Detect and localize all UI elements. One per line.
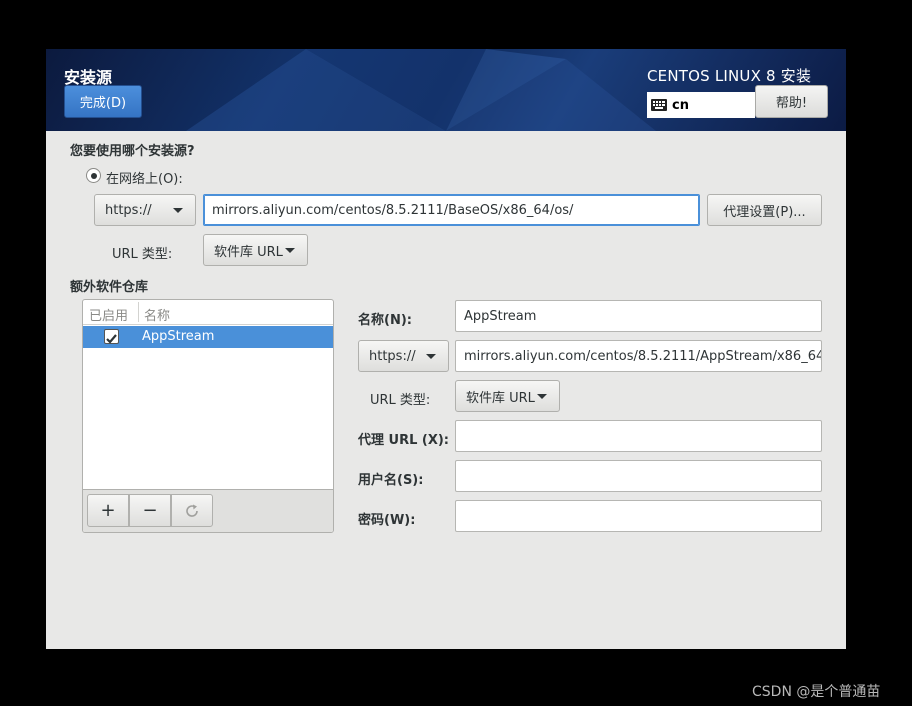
repo-url-type-label: URL 类型: — [370, 393, 431, 408]
installer-window: 安装源 完成(D) CENTOS LINUX 8 安装 cn 帮助! 您要使用哪… — [46, 49, 846, 649]
network-radio[interactable] — [86, 168, 101, 183]
repo-url-type-value: 软件库 URL — [466, 390, 535, 406]
header-bar: 安装源 完成(D) CENTOS LINUX 8 安装 cn 帮助! — [46, 49, 846, 131]
repo-proxy-label: 代理 URL (X): — [358, 433, 450, 448]
repo-list-header: 已启用 名称 — [83, 300, 333, 325]
network-radio-label[interactable]: 在网络上(O): — [106, 168, 183, 187]
refresh-repo-button[interactable] — [171, 494, 213, 527]
watermark: CSDN @是个普通苗 — [752, 684, 881, 700]
list-item[interactable]: AppStream — [83, 326, 333, 348]
refresh-icon — [186, 504, 198, 517]
repo-name-input[interactable]: AppStream — [455, 300, 822, 332]
extra-repos-title: 额外软件仓库 — [70, 280, 149, 295]
repo-name: AppStream — [142, 329, 215, 344]
checkmark-icon — [106, 334, 117, 344]
repo-enabled-checkbox[interactable] — [104, 329, 119, 344]
repo-url-input[interactable]: mirrors.aliyun.com/centos/8.5.2111/AppSt… — [455, 340, 822, 372]
chevron-down-icon — [173, 207, 183, 213]
column-separator — [138, 302, 139, 322]
chevron-down-icon — [537, 393, 547, 399]
repo-protocol-dropdown[interactable]: https:// — [358, 340, 449, 372]
column-name[interactable]: 名称 — [144, 305, 170, 324]
repo-name-label: 名称(N): — [358, 313, 412, 328]
source-url-input[interactable]: mirrors.aliyun.com/centos/8.5.2111/BaseO… — [203, 194, 700, 226]
chevron-down-icon — [285, 247, 295, 253]
source-question: 您要使用哪个安装源? — [70, 144, 195, 159]
keyboard-layout-label: cn — [672, 97, 689, 113]
url-type-label: URL 类型: — [112, 247, 173, 262]
repo-password-label: 密码(W): — [358, 513, 416, 528]
help-button[interactable]: 帮助! — [755, 85, 828, 118]
product-title: CENTOS LINUX 8 安装 — [647, 67, 812, 85]
repo-list: 已启用 名称 AppStream + − — [82, 299, 334, 533]
protocol-dropdown[interactable]: https:// — [94, 194, 196, 226]
repo-username-input[interactable] — [455, 460, 822, 492]
repo-list-toolbar: + − — [83, 489, 333, 532]
repo-url-type-dropdown[interactable]: 软件库 URL — [455, 380, 560, 412]
column-enabled[interactable]: 已启用 — [89, 305, 128, 324]
proxy-settings-button[interactable]: 代理设置(P)... — [707, 194, 822, 226]
done-button[interactable]: 完成(D) — [64, 85, 142, 118]
repo-proxy-input[interactable] — [455, 420, 822, 452]
remove-repo-button[interactable]: − — [129, 494, 171, 527]
header-decoration — [186, 49, 656, 131]
url-type-value: 软件库 URL — [214, 244, 283, 260]
protocol-value: https:// — [105, 202, 152, 218]
keyboard-icon — [651, 99, 667, 111]
repo-protocol-value: https:// — [369, 348, 416, 364]
radio-selected-dot — [90, 172, 97, 179]
repo-password-input[interactable] — [455, 500, 822, 532]
add-repo-button[interactable]: + — [87, 494, 129, 527]
chevron-down-icon — [426, 353, 436, 359]
url-type-dropdown[interactable]: 软件库 URL — [203, 234, 308, 266]
keyboard-layout-indicator[interactable]: cn — [647, 92, 755, 118]
repo-username-label: 用户名(S): — [358, 473, 424, 488]
